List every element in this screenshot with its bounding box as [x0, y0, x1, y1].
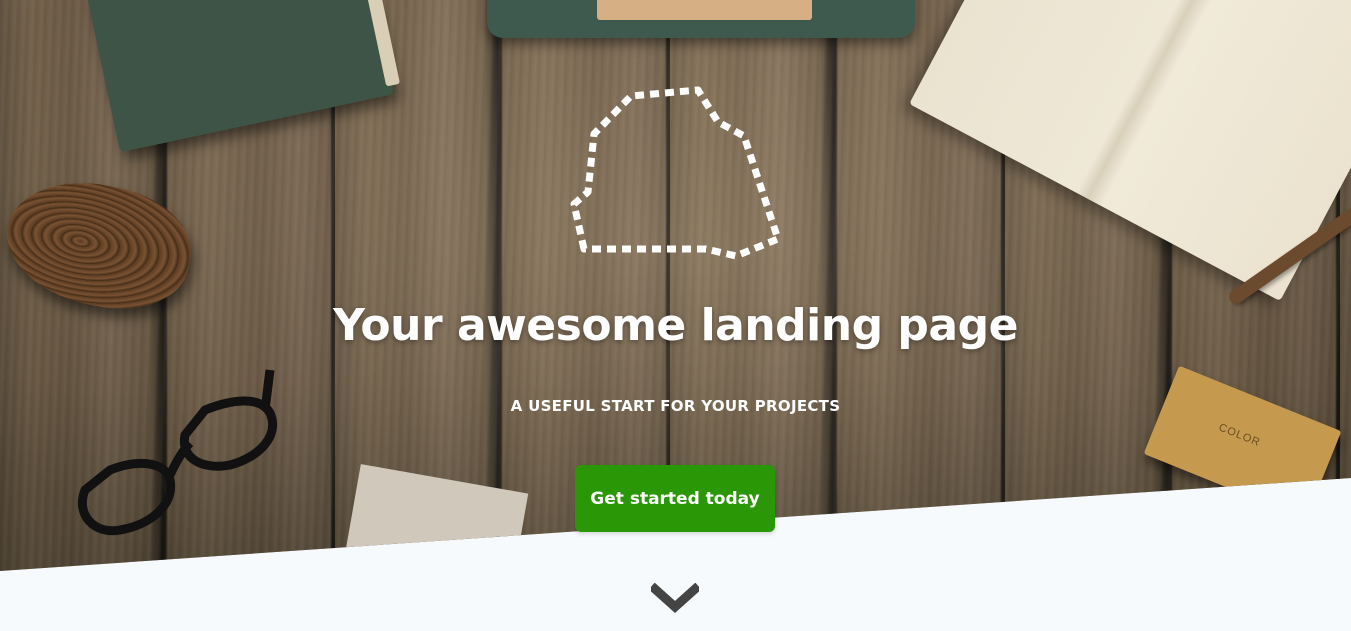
hero-subtitle: A USEFUL START FOR YOUR PROJECTS	[510, 397, 841, 415]
get-started-button[interactable]: Get started today	[575, 465, 775, 532]
desk-tray-image	[487, 0, 915, 38]
chevron-down-icon[interactable]	[651, 583, 699, 615]
eyeglasses-image	[78, 369, 278, 536]
color-box-label: COLOR	[1216, 421, 1263, 450]
hero-title: Your awesome landing page	[333, 300, 1018, 351]
landing-page: COLOR Your awesome landing page A USEFUL…	[0, 0, 1351, 631]
dashed-outline-logo-icon	[570, 86, 782, 260]
